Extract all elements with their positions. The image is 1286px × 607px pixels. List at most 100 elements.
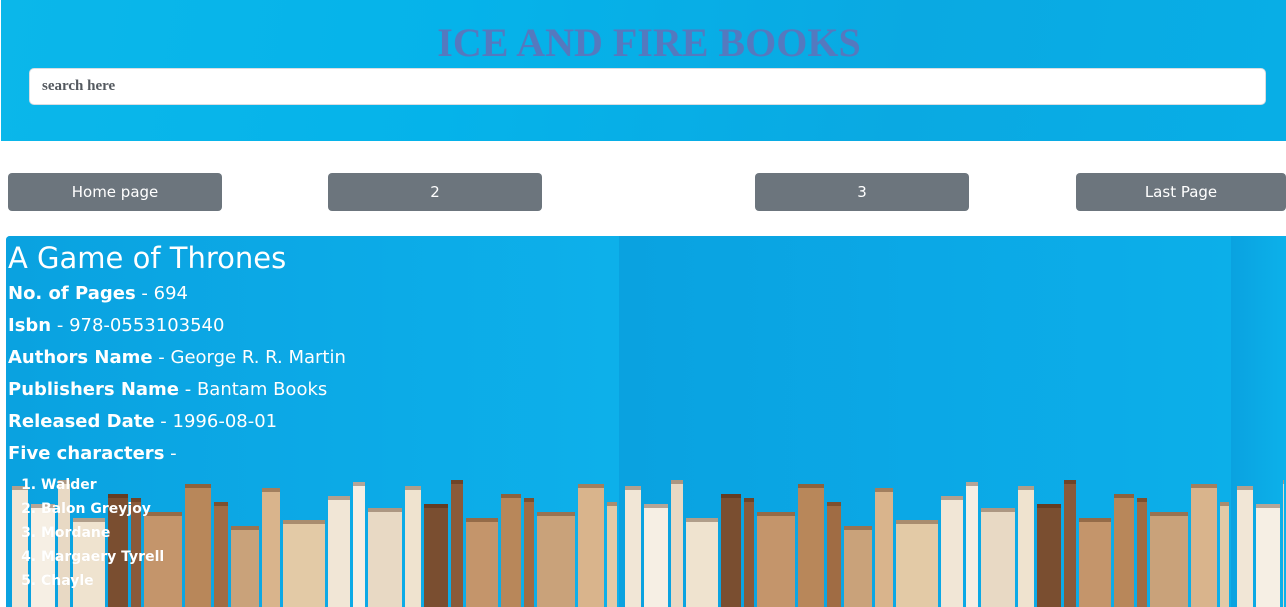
separator: - bbox=[135, 283, 154, 304]
book-spine-top bbox=[844, 526, 872, 530]
separator: - bbox=[179, 379, 197, 400]
book-spine bbox=[1283, 480, 1284, 607]
book-card: A Game of Thrones No. of Pages - 694 Isb… bbox=[6, 236, 1286, 607]
page-header: ICE AND FIRE BOOKS bbox=[1, 0, 1286, 141]
isbn-label: Isbn bbox=[8, 315, 52, 336]
book-spine-top bbox=[1150, 512, 1188, 516]
separator: - bbox=[152, 347, 171, 368]
book-spine bbox=[686, 518, 718, 607]
book-spine bbox=[644, 504, 668, 607]
book-spine-top bbox=[827, 502, 841, 506]
book-spine-top bbox=[1283, 480, 1284, 484]
book-spine-top bbox=[537, 512, 575, 516]
book-spine bbox=[798, 484, 824, 607]
authors-value: George R. R. Martin bbox=[170, 347, 346, 368]
book-spine-top bbox=[424, 504, 448, 508]
book-spine bbox=[405, 486, 421, 607]
book-spine-top bbox=[757, 512, 795, 516]
book-spine bbox=[1018, 486, 1034, 607]
book-spine bbox=[625, 486, 641, 607]
character-item: Margaery Tyrell bbox=[41, 545, 346, 569]
released-value: 1996-08-01 bbox=[172, 411, 278, 432]
book-spine-top bbox=[1137, 498, 1147, 502]
book-title: A Game of Thrones bbox=[8, 241, 287, 275]
book-spine bbox=[424, 504, 448, 607]
book-spine-top bbox=[405, 486, 421, 490]
book-spine-top bbox=[671, 480, 683, 484]
book-spine bbox=[966, 482, 978, 607]
authors-row: Authors Name - George R. R. Martin bbox=[8, 342, 346, 374]
book-spine bbox=[451, 480, 463, 607]
book-spine bbox=[671, 480, 683, 607]
book-spine-top bbox=[501, 494, 521, 498]
book-spine bbox=[1064, 480, 1076, 607]
book-spine-top bbox=[966, 482, 978, 486]
character-item: Mordane bbox=[41, 521, 346, 545]
released-row: Released Date - 1996-08-01 bbox=[8, 406, 346, 438]
book-spine bbox=[941, 496, 963, 607]
book-spine bbox=[757, 512, 795, 607]
book-spine-top bbox=[1220, 502, 1229, 506]
book-spine bbox=[1137, 498, 1147, 607]
book-spine bbox=[524, 498, 534, 607]
book-spine bbox=[896, 520, 938, 607]
book-details: A Game of Thrones No. of Pages - 694 Isb… bbox=[8, 238, 346, 593]
pages-row: No. of Pages - 694 bbox=[8, 278, 346, 310]
isbn-value: 978-0553103540 bbox=[69, 315, 225, 336]
book-spine bbox=[981, 508, 1015, 607]
book-spine-top bbox=[524, 498, 534, 502]
book-spine-top bbox=[1018, 486, 1034, 490]
book-spine-top bbox=[798, 484, 824, 488]
book-spine bbox=[607, 502, 617, 607]
book-spine bbox=[1037, 504, 1061, 607]
book-spine-top bbox=[896, 520, 938, 524]
book-spine bbox=[875, 488, 893, 607]
book-spine bbox=[744, 498, 754, 607]
book-spine bbox=[537, 512, 575, 607]
book-spine-top bbox=[625, 486, 641, 490]
book-spine-top bbox=[686, 518, 718, 522]
book-spine bbox=[466, 518, 498, 607]
book-spine bbox=[1237, 486, 1253, 607]
pages-value: 694 bbox=[153, 283, 188, 304]
last-page-button[interactable]: Last Page bbox=[1076, 173, 1286, 211]
character-list: Walder Balon Greyjoy Mordane Margaery Ty… bbox=[8, 473, 346, 593]
publisher-value: Bantam Books bbox=[196, 379, 328, 400]
book-spine-top bbox=[1079, 518, 1111, 522]
book-spine-top bbox=[721, 494, 741, 498]
characters-label: Five characters bbox=[8, 443, 165, 464]
book-spine bbox=[353, 482, 365, 607]
book-spine bbox=[1256, 504, 1280, 607]
separator: - bbox=[154, 411, 173, 432]
book-spine bbox=[1150, 512, 1188, 607]
character-item: Walder bbox=[41, 473, 346, 497]
book-spine-top bbox=[607, 502, 617, 506]
book-spine bbox=[1114, 494, 1134, 607]
page-3-button[interactable]: 3 bbox=[755, 173, 969, 211]
book-spine bbox=[721, 494, 741, 607]
book-spine bbox=[368, 508, 402, 607]
book-spine-top bbox=[744, 498, 754, 502]
book-spine bbox=[501, 494, 521, 607]
book-spine-top bbox=[578, 484, 604, 488]
publisher-label: Publishers Name bbox=[8, 379, 179, 400]
home-page-button[interactable]: Home page bbox=[8, 173, 222, 211]
book-spine-top bbox=[981, 508, 1015, 512]
publisher-row: Publishers Name - Bantam Books bbox=[8, 374, 346, 406]
book-spine-top bbox=[1037, 504, 1061, 508]
separator: - bbox=[164, 443, 177, 464]
book-spine-top bbox=[1114, 494, 1134, 498]
authors-label: Authors Name bbox=[8, 347, 153, 368]
book-spine bbox=[1191, 484, 1217, 607]
book-spine-top bbox=[644, 504, 668, 508]
book-spine-top bbox=[1237, 486, 1253, 490]
book-spine bbox=[1220, 502, 1229, 607]
book-spine-top bbox=[1191, 484, 1217, 488]
search-input[interactable] bbox=[29, 68, 1266, 105]
book-spine-top bbox=[941, 496, 963, 500]
characters-row: Five characters - bbox=[8, 438, 346, 470]
book-spine bbox=[844, 526, 872, 607]
page-2-button[interactable]: 2 bbox=[328, 173, 542, 211]
book-spine-top bbox=[466, 518, 498, 522]
book-spine bbox=[1079, 518, 1111, 607]
